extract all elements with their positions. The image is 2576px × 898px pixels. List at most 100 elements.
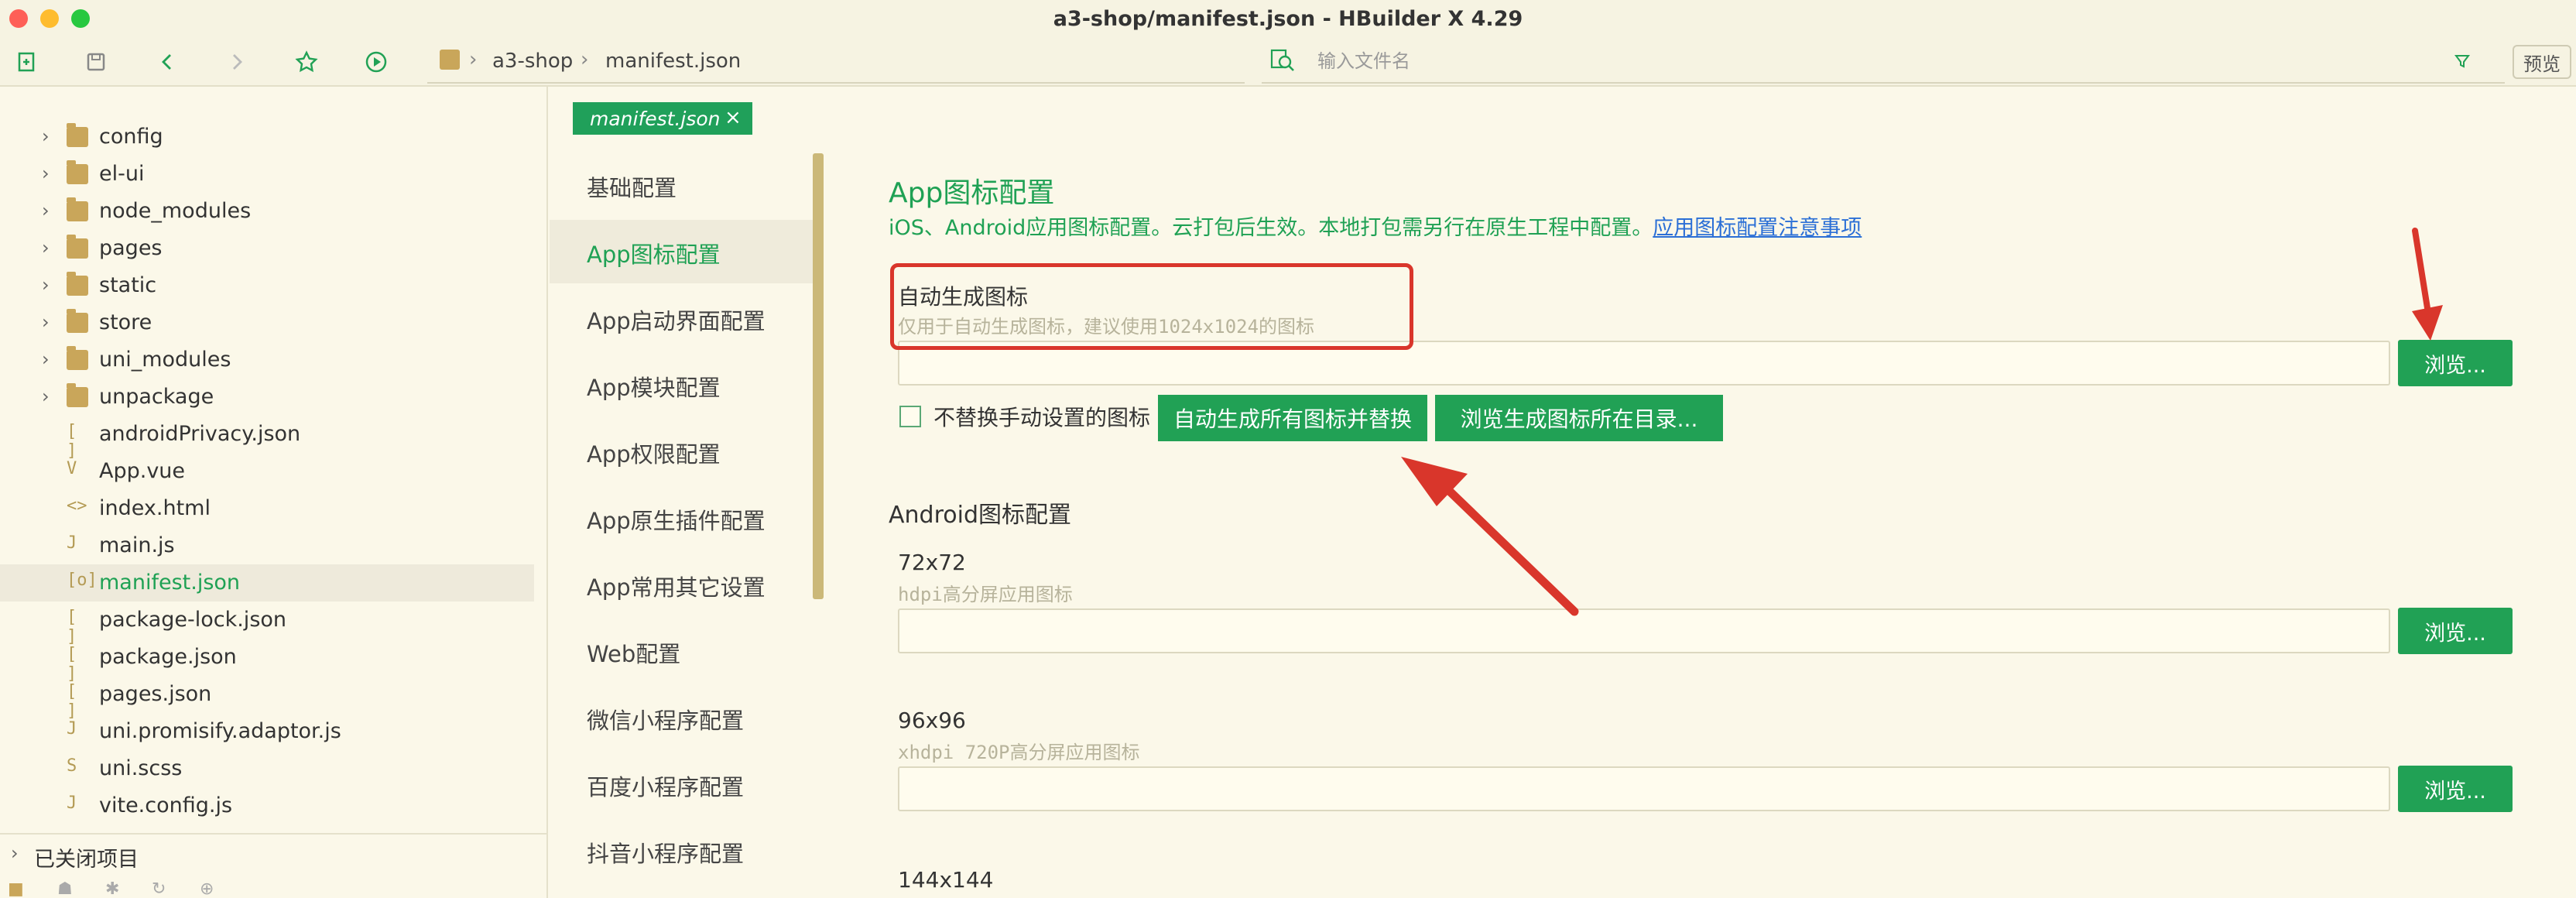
icon-desc: xhdpi 720P高分屏应用图标 bbox=[898, 742, 1140, 763]
js-file-icon: J bbox=[67, 533, 77, 553]
config-nav-label: App图标配置 bbox=[587, 242, 721, 268]
sidebar-item[interactable]: [ ] package.json bbox=[0, 639, 534, 684]
folder-icon bbox=[67, 197, 88, 221]
config-nav-label: Web配置 bbox=[587, 641, 681, 667]
icon-size-label: 96x96 bbox=[898, 708, 966, 733]
sidebar-item-label: uni_modules bbox=[99, 348, 231, 372]
config-nav-label: 基础配置 bbox=[587, 175, 677, 201]
new-file-icon[interactable] bbox=[11, 46, 42, 77]
star-icon[interactable] bbox=[291, 46, 322, 77]
config-nav-label: App原生插件配置 bbox=[587, 508, 766, 534]
search-input[interactable] bbox=[1317, 48, 2401, 74]
config-nav-item[interactable]: 百度小程序配置 bbox=[550, 752, 813, 816]
sidebar-item[interactable]: › uni_modules bbox=[0, 341, 534, 379]
breadcrumb-file[interactable]: manifest.json bbox=[605, 50, 741, 73]
folder-icon[interactable]: ■ bbox=[8, 879, 24, 898]
chevron-right-icon[interactable]: › bbox=[42, 163, 50, 184]
sidebar-item[interactable]: [ ] pages.json bbox=[0, 676, 534, 721]
tab-manifest[interactable]: manifest.json × bbox=[573, 102, 752, 135]
sidebar-item[interactable]: [o] manifest.json bbox=[0, 564, 534, 602]
sidebar-item-label: index.html bbox=[99, 496, 211, 520]
sidebar-item[interactable]: › store bbox=[0, 304, 534, 341]
preview-button[interactable]: 预览 bbox=[2513, 45, 2571, 79]
chevron-right-icon[interactable]: › bbox=[42, 274, 50, 296]
breadcrumb-separator-icon: › bbox=[469, 48, 478, 71]
sidebar-item[interactable]: [ ] androidPrivacy.json bbox=[0, 416, 534, 461]
folder-icon bbox=[67, 309, 88, 333]
tab-label: manifest.json bbox=[590, 108, 721, 130]
sidebar-item-label: pages.json bbox=[99, 682, 212, 706]
sidebar-item[interactable]: › pages bbox=[0, 230, 534, 267]
folder-icon bbox=[67, 272, 88, 296]
config-nav-item[interactable]: App图标配置 bbox=[550, 220, 813, 283]
nav-scrollbar[interactable] bbox=[813, 153, 824, 599]
sidebar-item[interactable]: Jmain.js bbox=[0, 527, 534, 564]
config-nav-item[interactable]: 抖音小程序配置 bbox=[550, 819, 813, 883]
sidebar-item[interactable]: › unpackage bbox=[0, 379, 534, 416]
sidebar-item[interactable]: Juni.promisify.adaptor.js bbox=[0, 713, 534, 750]
chevron-right-icon[interactable]: › bbox=[42, 311, 50, 333]
html-file-icon: <> bbox=[67, 496, 87, 516]
sidebar-item[interactable]: Jvite.config.js bbox=[0, 787, 534, 824]
manifest-file-icon: [o] bbox=[67, 571, 98, 590]
chevron-right-icon[interactable]: › bbox=[42, 348, 50, 370]
sidebar-item[interactable]: [ ] package-lock.json bbox=[0, 602, 534, 646]
icon-notes-link[interactable]: 应用图标配置注意事项 bbox=[1653, 216, 1862, 240]
filter-icon[interactable] bbox=[2454, 53, 2471, 70]
forward-icon[interactable] bbox=[221, 46, 252, 77]
title-bar: a3-shop/manifest.json - HBuilder X 4.29 bbox=[0, 0, 2576, 39]
sidebar-item-label: uni.scss bbox=[99, 756, 183, 780]
section-desc-text: iOS、Android应用图标配置。云打包后生效。本地打包需另行在原生工程中配置… bbox=[889, 216, 1653, 240]
no-replace-checkbox[interactable] bbox=[899, 406, 921, 427]
project-sidebar: › config › el-ui › node_modules › pages › static ›… bbox=[0, 87, 548, 898]
sidebar-item[interactable]: V App.vue bbox=[0, 453, 534, 490]
sidebar-item-label: main.js bbox=[99, 533, 175, 557]
config-nav-item[interactable]: App原生插件配置 bbox=[550, 486, 813, 550]
js-file-icon: J bbox=[67, 719, 77, 739]
config-nav-label: App模块配置 bbox=[587, 375, 721, 401]
sidebar-item-label: store bbox=[99, 310, 152, 334]
sidebar-item[interactable]: Suni.scss bbox=[0, 750, 534, 787]
android-icon[interactable]: ☗ bbox=[57, 879, 73, 898]
closed-projects-row[interactable]: › 已关闭项目 bbox=[0, 833, 546, 873]
sidebar-item[interactable]: › node_modules bbox=[0, 193, 534, 230]
icon-72-path-input[interactable] bbox=[898, 608, 2390, 653]
refresh-icon[interactable]: ↻ bbox=[152, 879, 166, 898]
chevron-right-icon[interactable]: › bbox=[42, 237, 50, 259]
globe-icon[interactable]: ⊕ bbox=[200, 879, 214, 898]
breadcrumb: › a3-shop › manifest.json bbox=[427, 39, 1245, 84]
sidebar-item[interactable]: › static bbox=[0, 267, 534, 304]
config-nav-item[interactable]: App常用其它设置 bbox=[550, 553, 813, 616]
scss-file-icon: S bbox=[67, 756, 77, 776]
config-nav-item[interactable]: 基础配置 bbox=[550, 153, 813, 217]
sidebar-item-label: androidPrivacy.json bbox=[99, 422, 301, 446]
config-nav-item[interactable]: App模块配置 bbox=[550, 353, 813, 416]
config-nav-item[interactable]: App启动界面配置 bbox=[550, 286, 813, 350]
browse-output-dir-button[interactable]: 浏览生成图标所在目录... bbox=[1435, 395, 1723, 441]
icon-96-browse-button[interactable]: 浏览... bbox=[2398, 766, 2513, 812]
back-icon[interactable] bbox=[152, 46, 183, 77]
no-replace-label: 不替换手动设置的图标 bbox=[933, 405, 1151, 430]
config-nav-item[interactable]: 微信小程序配置 bbox=[550, 686, 813, 749]
chevron-right-icon[interactable]: › bbox=[42, 200, 50, 221]
bug-icon[interactable]: ✱ bbox=[105, 879, 119, 898]
sidebar-item[interactable]: <> index.html bbox=[0, 490, 534, 527]
config-nav-item[interactable]: Web配置 bbox=[550, 619, 813, 683]
toolbar: › a3-shop › manifest.json 预览 bbox=[0, 39, 2576, 87]
sidebar-item[interactable]: › config bbox=[0, 118, 534, 156]
vue-file-icon: V bbox=[67, 459, 77, 478]
icon-size-label: 144x144 bbox=[898, 867, 994, 893]
chevron-right-icon[interactable]: › bbox=[42, 125, 50, 147]
icon-96-path-input[interactable] bbox=[898, 766, 2390, 811]
config-nav-item[interactable]: App权限配置 bbox=[550, 420, 813, 483]
close-icon[interactable]: × bbox=[724, 106, 742, 129]
generate-icons-button[interactable]: 自动生成所有图标并替换 bbox=[1158, 395, 1427, 441]
breadcrumb-project[interactable]: a3-shop bbox=[492, 50, 573, 73]
icon-72-browse-button[interactable]: 浏览... bbox=[2398, 608, 2513, 654]
breadcrumb-separator-icon: › bbox=[581, 48, 589, 71]
sidebar-item[interactable]: › el-ui bbox=[0, 156, 534, 193]
save-icon[interactable] bbox=[80, 46, 111, 77]
run-icon[interactable] bbox=[361, 46, 392, 77]
auto-icon-browse-button[interactable]: 浏览... bbox=[2398, 340, 2513, 386]
chevron-right-icon[interactable]: › bbox=[42, 386, 50, 407]
